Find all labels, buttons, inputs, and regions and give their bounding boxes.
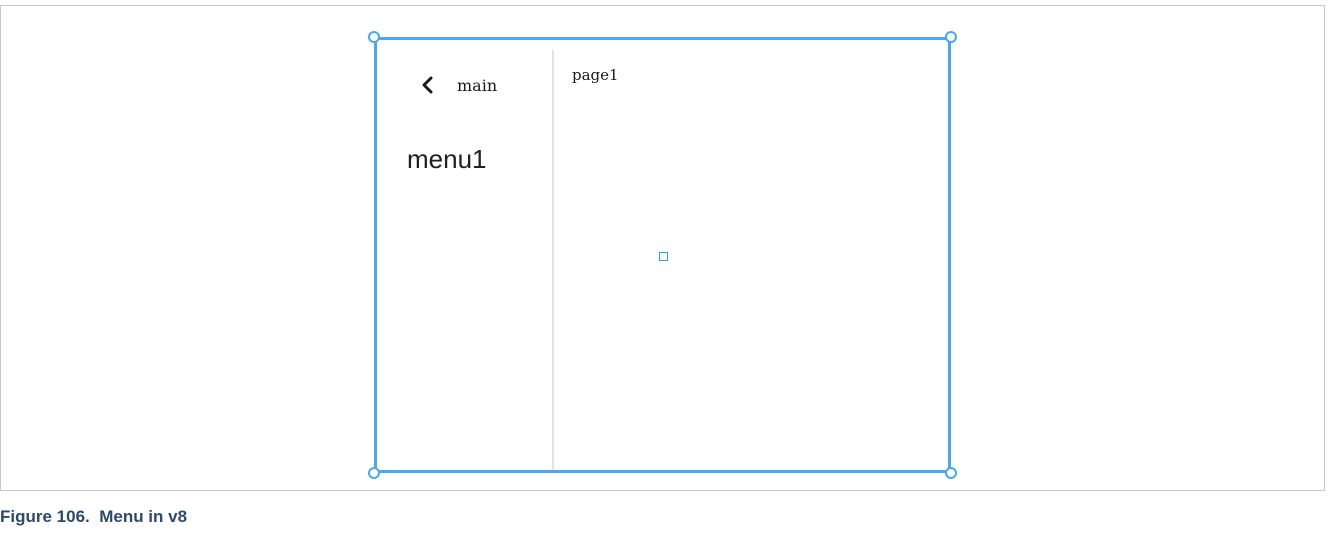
- menu-item-menu1[interactable]: menu1: [407, 144, 487, 175]
- menu-page-content: page1: [554, 40, 948, 470]
- menu-widget[interactable]: main menu1 page1: [368, 31, 957, 479]
- back-label: main: [457, 75, 498, 95]
- editor-canvas: main menu1 page1: [0, 5, 1325, 491]
- back-button[interactable]: main: [421, 72, 497, 98]
- anchor-marker-icon[interactable]: [659, 252, 668, 261]
- page-title: page1: [572, 66, 619, 84]
- figure-caption: Figure 106. Menu in v8: [0, 507, 188, 526]
- menu-sidebar: main menu1: [377, 40, 552, 470]
- chevron-left-icon: [421, 76, 435, 94]
